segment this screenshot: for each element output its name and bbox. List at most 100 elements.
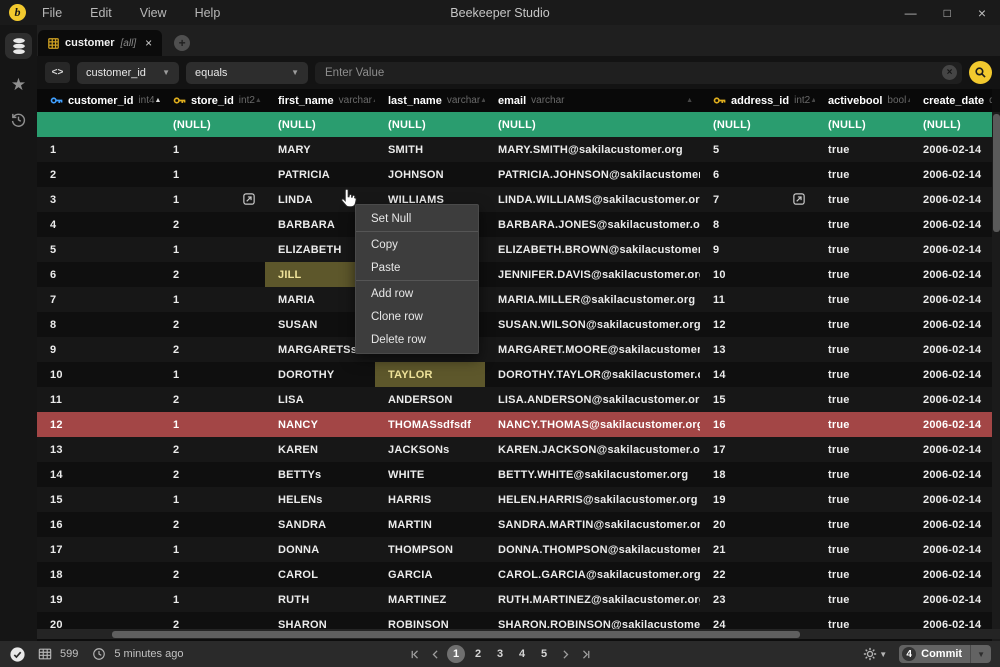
table-cell[interactable]: 5 <box>37 237 160 262</box>
table-cell[interactable]: SANDRA.MARTIN@sakilacustomer.org <box>485 512 700 537</box>
table-cell[interactable]: 2006-02-14 <box>910 187 992 212</box>
table-cell[interactable]: true <box>815 362 910 387</box>
filter-value-input[interactable] <box>315 62 962 84</box>
table-cell[interactable]: 1 <box>37 137 160 162</box>
column-header-first_name[interactable]: first_namevarchar▲ <box>265 89 375 112</box>
table-cell[interactable]: 2006-02-14 <box>910 387 992 412</box>
clear-filter-icon[interactable]: × <box>942 65 957 80</box>
table-cell[interactable]: 14 <box>700 362 815 387</box>
table-cell[interactable]: true <box>815 562 910 587</box>
table-cell[interactable]: true <box>815 337 910 362</box>
table-cell[interactable]: true <box>815 462 910 487</box>
table-cell[interactable]: 2006-02-14 <box>910 487 992 512</box>
page-3[interactable]: 3 <box>491 645 509 663</box>
table-cell[interactable]: 17 <box>37 537 160 562</box>
page-1[interactable]: 1 <box>447 645 465 663</box>
vertical-scrollbar-thumb[interactable] <box>993 114 1000 232</box>
table-cell[interactable]: (NULL) <box>910 112 992 137</box>
tab-customer[interactable]: customer [all] × <box>38 30 162 56</box>
table-cell[interactable]: 18 <box>700 462 815 487</box>
table-cell[interactable]: 22 <box>700 562 815 587</box>
table-cell[interactable]: 1 <box>160 187 265 212</box>
vertical-scrollbar[interactable] <box>992 112 1000 641</box>
expand-cell-icon[interactable] <box>793 193 805 205</box>
table-cell[interactable]: 9 <box>700 237 815 262</box>
table-cell[interactable]: true <box>815 187 910 212</box>
menu-file[interactable]: File <box>42 6 62 20</box>
page-4[interactable]: 4 <box>513 645 531 663</box>
next-page-button[interactable] <box>557 646 573 662</box>
table-cell[interactable]: BETTY.WHITE@sakilacustomer.org <box>485 462 700 487</box>
table-cell[interactable]: NANCY <box>265 412 375 437</box>
context-menu-item-copy[interactable]: Copy <box>356 233 478 256</box>
column-header-last_name[interactable]: last_namevarchar▲ <box>375 89 485 112</box>
table-cell[interactable]: 2006-02-14 <box>910 162 992 187</box>
table-cell[interactable]: true <box>815 137 910 162</box>
table-cell[interactable]: true <box>815 287 910 312</box>
context-menu-item-delete-row[interactable]: Delete row <box>356 328 478 351</box>
table-cell[interactable]: 7 <box>700 187 815 212</box>
table-cell[interactable]: 6 <box>37 262 160 287</box>
menu-view[interactable]: View <box>140 6 167 20</box>
table-cell[interactable]: 2006-02-14 <box>910 337 992 362</box>
table-cell[interactable]: 23 <box>700 587 815 612</box>
table-cell[interactable]: (NULL) <box>265 112 375 137</box>
table-cell[interactable]: 2006-02-14 <box>910 212 992 237</box>
table-cell[interactable]: 8 <box>700 212 815 237</box>
table-cell[interactable]: PATRICIA.JOHNSON@sakilacustomer.org <box>485 162 700 187</box>
table-cell[interactable]: JOHNSON <box>375 162 485 187</box>
table-cell[interactable]: DOROTHY <box>265 362 375 387</box>
table-cell[interactable]: 16 <box>700 412 815 437</box>
table-cell[interactable]: SUSAN.WILSON@sakilacustomer.org <box>485 312 700 337</box>
table-cell[interactable]: SANDRA <box>265 512 375 537</box>
table-cell[interactable]: LISA <box>265 387 375 412</box>
table-cell[interactable]: HELENs <box>265 487 375 512</box>
table-cell[interactable]: 2 <box>160 262 265 287</box>
table-cell[interactable]: 1 <box>160 137 265 162</box>
table-cell[interactable]: 2006-02-14 <box>910 587 992 612</box>
table-cell[interactable]: 10 <box>700 262 815 287</box>
minimize-button[interactable]: — <box>905 7 917 19</box>
horizontal-scrollbar[interactable] <box>37 629 1000 639</box>
filter-operator-select[interactable]: equals ▼ <box>186 62 308 84</box>
table-cell[interactable]: 2006-02-14 <box>910 237 992 262</box>
commit-dropdown-icon[interactable]: ▼ <box>971 650 991 659</box>
table-cell[interactable]: (NULL) <box>700 112 815 137</box>
table-cell[interactable]: 2 <box>160 337 265 362</box>
table-cell[interactable]: 20 <box>700 512 815 537</box>
table-cell[interactable]: JENNIFER.DAVIS@sakilacustomer.org <box>485 262 700 287</box>
table-cell[interactable]: SMITH <box>375 137 485 162</box>
table-cell[interactable]: true <box>815 487 910 512</box>
last-page-button[interactable] <box>577 646 593 662</box>
table-cell[interactable]: RUTH.MARTINEZ@sakilacustomer.org <box>485 587 700 612</box>
table-cell[interactable]: 2006-02-14 <box>910 137 992 162</box>
filter-field-select[interactable]: customer_id ▼ <box>77 62 179 84</box>
maximize-button[interactable]: □ <box>944 7 951 19</box>
table-cell[interactable]: 6 <box>700 162 815 187</box>
table-cell[interactable]: 2006-02-14 <box>910 312 992 337</box>
page-2[interactable]: 2 <box>469 645 487 663</box>
sql-toggle-button[interactable]: <> <box>45 62 70 83</box>
table-cell[interactable]: true <box>815 212 910 237</box>
table-cell[interactable]: WHITE <box>375 462 485 487</box>
sidebar-item-favorites[interactable]: ★ <box>11 75 26 95</box>
table-cell[interactable]: true <box>815 162 910 187</box>
table-cell[interactable]: 1 <box>160 487 265 512</box>
table-cell[interactable]: MARY <box>265 137 375 162</box>
table-cell[interactable]: 4 <box>37 212 160 237</box>
table-cell[interactable]: TAYLOR <box>375 362 485 387</box>
expand-cell-icon[interactable] <box>243 193 255 205</box>
table-cell[interactable]: DONNA <box>265 537 375 562</box>
table-cell[interactable]: LISA.ANDERSON@sakilacustomer.org <box>485 387 700 412</box>
table-cell[interactable]: MARTINEZ <box>375 587 485 612</box>
table-cell[interactable]: NANCY.THOMAS@sakilacustomer.org <box>485 412 700 437</box>
table-cell[interactable]: 9 <box>37 337 160 362</box>
table-cell[interactable]: true <box>815 437 910 462</box>
table-cell[interactable]: true <box>815 587 910 612</box>
table-cell[interactable]: (NULL) <box>485 112 700 137</box>
table-cell[interactable]: 2 <box>160 437 265 462</box>
context-menu-item-clone-row[interactable]: Clone row <box>356 305 478 328</box>
horizontal-scrollbar-thumb[interactable] <box>112 631 800 638</box>
table-cell[interactable]: CAROL <box>265 562 375 587</box>
column-header-email[interactable]: emailvarchar▲ <box>485 89 700 112</box>
